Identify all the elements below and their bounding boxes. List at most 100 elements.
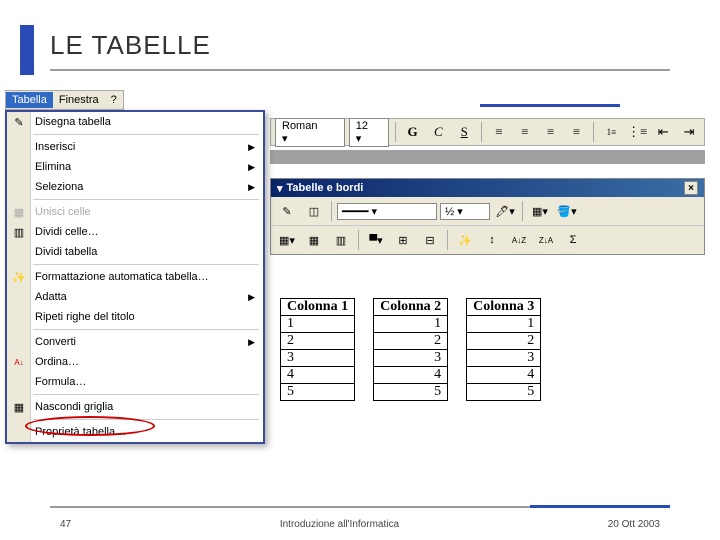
menubar-item-tabella[interactable]: Tabella [6, 92, 53, 108]
justify-button[interactable]: ≡ [566, 121, 588, 143]
menu-ordina[interactable]: A↓Ordina… [7, 352, 263, 372]
sample-table-2: Colonna 2 1 2 3 4 5 [373, 298, 448, 401]
panel-row-2: ▦▾ ▦ ▥ ▀▾ ⊞ ⊟ ✨ ↕ A↓Z Z↓A Σ [271, 225, 704, 254]
footer-title: Introduzione all'Informatica [280, 519, 399, 530]
slide-footer: 47 Introduzione all'Informatica 20 Ott 2… [0, 519, 720, 530]
separator [358, 230, 359, 250]
separator [331, 201, 332, 221]
menu-proprieta-tabella[interactable]: Proprietà tabella… [7, 422, 263, 442]
table-cell: 2 [281, 333, 355, 350]
menu-dividi-celle[interactable]: ▥Dividi celle… [7, 222, 263, 242]
menu-nascondi-griglia[interactable]: ▦Nascondi griglia [7, 397, 263, 417]
outdent-button[interactable]: ⇤ [652, 121, 674, 143]
chevron-right-icon: ▶ [248, 182, 255, 193]
sort-asc-button[interactable]: A↓Z [507, 228, 531, 252]
table-cell: 4 [281, 367, 355, 384]
align-left-button[interactable]: ≡ [488, 121, 510, 143]
table-cell: 3 [374, 350, 448, 367]
align-top-button[interactable]: ▀▾ [364, 228, 388, 252]
table-cell: 3 [281, 350, 355, 367]
numbered-list-button[interactable]: 1≡ [600, 121, 622, 143]
menu-formula[interactable]: Formula… [7, 372, 263, 392]
sample-tables: Colonna 1 1 2 3 4 5 Colonna 2 1 2 3 4 5 … [280, 298, 541, 401]
bullet-list-button[interactable]: ⋮≡ [626, 121, 648, 143]
divider [50, 69, 670, 71]
menu-separator [33, 264, 259, 265]
border-color-button[interactable]: 🖊▾ [493, 199, 517, 223]
menu-adatta[interactable]: Adatta▶ [7, 287, 263, 307]
slide-title: LE TABELLE [50, 30, 670, 61]
page-number: 47 [60, 519, 71, 530]
tables-borders-panel: ▾ Tabelle e bordi × ✎ ◫ ━━━━ ▾ ½ ▾ 🖊▾ ▦▾… [270, 178, 705, 255]
split-cells-icon: ▥ [11, 224, 27, 240]
menu-separator [33, 199, 259, 200]
menu-formattazione-auto[interactable]: ✨Formattazione automatica tabella… [7, 267, 263, 287]
toolbar-separator [593, 122, 594, 142]
menu-unisci-celle: ▦Unisci celle [7, 202, 263, 222]
footer-accent [530, 505, 670, 508]
autoformat-button[interactable]: ✨ [453, 228, 477, 252]
menu-disegna-tabella[interactable]: ✎Disegna tabella [7, 112, 263, 132]
text-direction-button[interactable]: ↕ [480, 228, 504, 252]
eraser-button[interactable]: ◫ [302, 199, 326, 223]
menu-ripeti-righe[interactable]: Ripeti righe del titolo [7, 307, 263, 327]
table-cell: 5 [374, 384, 448, 401]
draw-table-button[interactable]: ✎ [275, 199, 299, 223]
font-select[interactable]: Roman ▾ [275, 118, 345, 147]
align-center-button[interactable]: ≡ [514, 121, 536, 143]
menu-converti[interactable]: Converti▶ [7, 332, 263, 352]
accent-divider [480, 104, 620, 107]
split-cells-button[interactable]: ▥ [329, 228, 353, 252]
underline-button[interactable]: S [453, 121, 475, 143]
menu-seleziona[interactable]: Seleziona▶ [7, 177, 263, 197]
panel-row-1: ✎ ◫ ━━━━ ▾ ½ ▾ 🖊▾ ▦▾ 🪣▾ [271, 197, 704, 225]
menu-separator [33, 394, 259, 395]
indent-button[interactable]: ⇥ [678, 121, 700, 143]
font-size-select[interactable]: 12 ▾ [349, 118, 389, 147]
distribute-rows-button[interactable]: ⊞ [391, 228, 415, 252]
menubar-item-finestra[interactable]: Finestra [53, 92, 105, 108]
col-header: Colonna 1 [281, 299, 355, 316]
chevron-right-icon: ▶ [248, 142, 255, 153]
toolbar-separator [481, 122, 482, 142]
menu-inserisci[interactable]: Inserisci▶ [7, 137, 263, 157]
merge-cells-icon: ▦ [11, 204, 27, 220]
italic-button[interactable]: C [427, 121, 449, 143]
insert-table-button[interactable]: ▦▾ [275, 228, 299, 252]
table-cell: 1 [281, 316, 355, 333]
col-header: Colonna 2 [374, 299, 448, 316]
col-header: Colonna 3 [467, 299, 541, 316]
merge-cells-button[interactable]: ▦ [302, 228, 326, 252]
menu-separator [33, 419, 259, 420]
line-style-select[interactable]: ━━━━ ▾ [337, 203, 437, 220]
panel-titlebar[interactable]: ▾ Tabelle e bordi × [271, 179, 704, 197]
table-cell: 5 [467, 384, 541, 401]
autosum-button[interactable]: Σ [561, 228, 585, 252]
chevron-right-icon: ▶ [248, 292, 255, 303]
table-cell: 2 [374, 333, 448, 350]
close-button[interactable]: × [684, 181, 698, 195]
table-cell: 4 [374, 367, 448, 384]
accent-bar [20, 25, 34, 75]
menu-elimina[interactable]: Elimina▶ [7, 157, 263, 177]
line-weight-select[interactable]: ½ ▾ [440, 203, 490, 220]
menu-separator [33, 134, 259, 135]
table-cell: 5 [281, 384, 355, 401]
menubar: Tabella Finestra ? [5, 90, 124, 110]
border-button[interactable]: ▦▾ [528, 199, 552, 223]
menubar-item-help[interactable]: ? [105, 92, 123, 108]
sort-desc-button[interactable]: Z↓A [534, 228, 558, 252]
pencil-icon: ✎ [11, 114, 27, 130]
align-right-button[interactable]: ≡ [540, 121, 562, 143]
table-cell: 1 [467, 316, 541, 333]
distribute-cols-button[interactable]: ⊟ [418, 228, 442, 252]
sort-az-icon: A↓ [11, 354, 27, 370]
menu-dividi-tabella[interactable]: Dividi tabella [7, 242, 263, 262]
footer-date: 20 Ott 2003 [608, 519, 660, 530]
autoformat-icon: ✨ [11, 269, 27, 285]
fill-color-button[interactable]: 🪣▾ [555, 199, 579, 223]
bold-button[interactable]: G [402, 121, 424, 143]
tabella-dropdown: ✎Disegna tabella Inserisci▶ Elimina▶ Sel… [5, 110, 265, 444]
toolbar-separator [395, 122, 396, 142]
table-cell: 4 [467, 367, 541, 384]
